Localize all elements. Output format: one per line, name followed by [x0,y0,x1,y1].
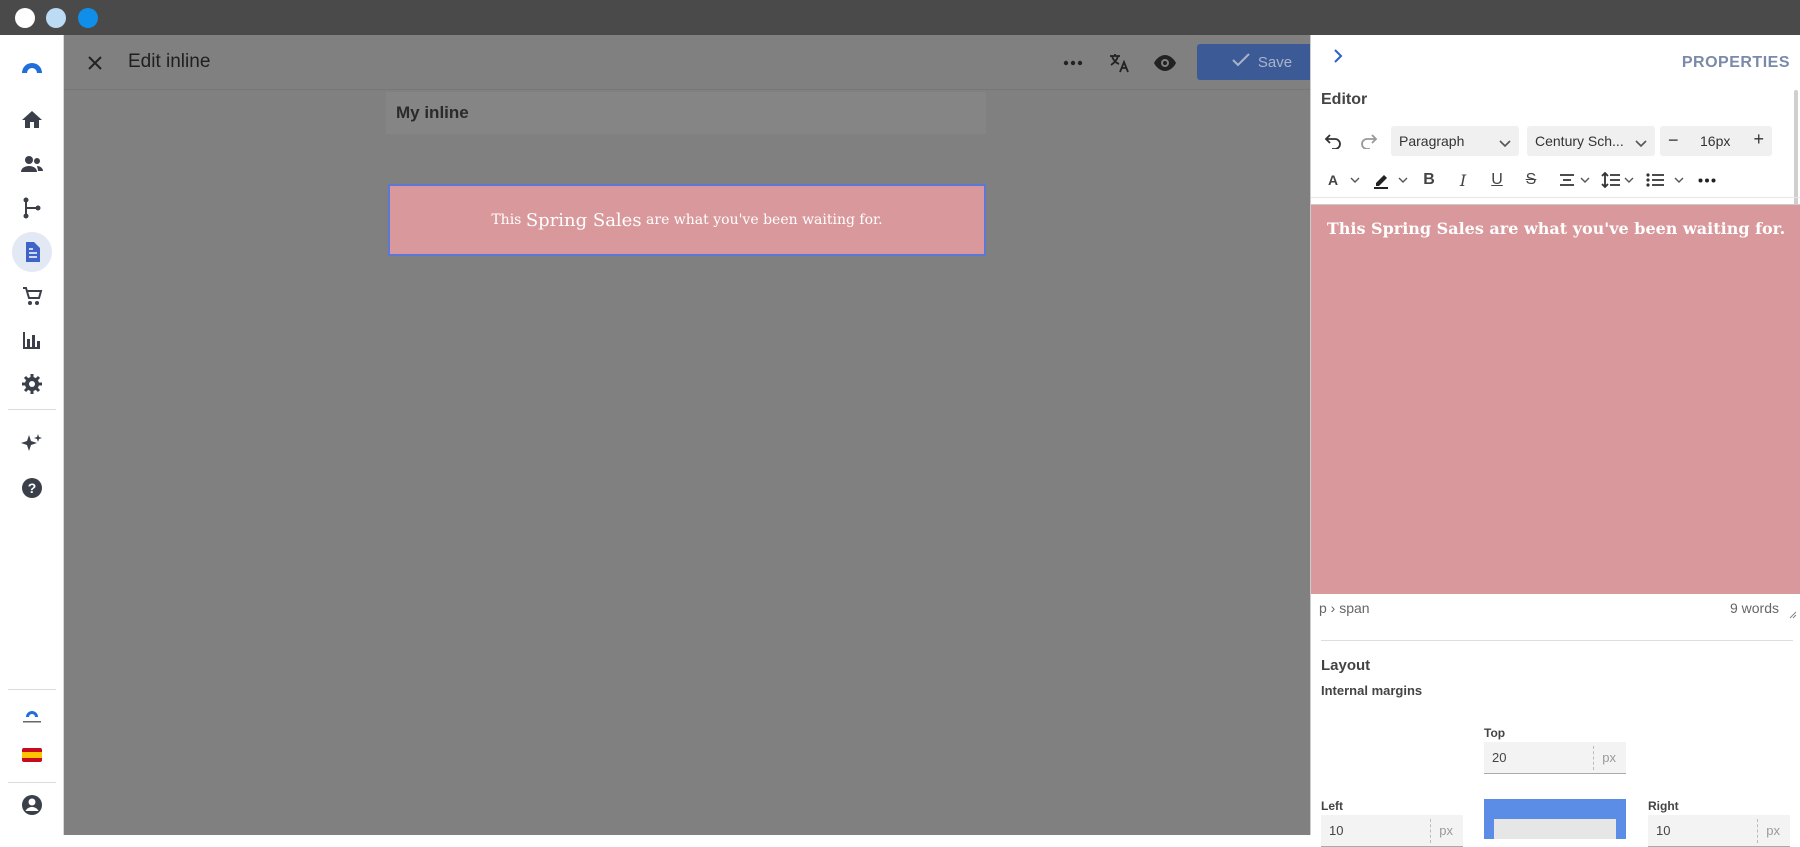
chevron-down-icon[interactable] [1571,166,1599,194]
decrease-size-icon[interactable]: − [1668,130,1679,151]
chart-icon[interactable] [12,320,52,360]
content-preview-block[interactable]: This Spring Sales are what you've been w… [388,184,986,256]
inline-name: My inline [396,103,469,122]
left-margin-label: Left [1321,799,1343,813]
layout-heading: Layout [1321,657,1371,674]
right-margin-label: Right [1648,799,1679,813]
save-button[interactable]: Save [1197,44,1327,80]
check-icon [1232,53,1250,71]
spain-flag-icon[interactable] [12,735,52,775]
preview-eye-icon[interactable] [1152,50,1178,76]
block-format-value: Paragraph [1399,133,1465,149]
right-margin-field[interactable]: 10 px [1648,815,1790,847]
font-family-value: Century Sch... [1535,133,1624,149]
translate-icon[interactable] [1106,50,1132,76]
help-icon[interactable]: ? [12,468,52,508]
window-maximize-dot[interactable] [78,8,98,28]
chevron-down-icon [1499,135,1511,151]
inline-name-bar[interactable]: My inline [386,92,986,134]
editor-overlay: Edit inline Save My inline This Spring S… [64,35,1327,835]
flow-icon[interactable] [12,188,52,228]
element-path[interactable]: p › span [1319,600,1370,616]
undo-icon[interactable] [1319,127,1347,155]
preview-text-post: are what you've been waiting for. [641,212,883,228]
chevron-down-icon [1635,135,1647,151]
italic-icon[interactable]: I [1449,166,1477,194]
rich-text-editor[interactable]: This Spring Sales are what you've been w… [1311,204,1800,594]
chevron-down-icon[interactable] [1665,166,1693,194]
chevron-down-icon[interactable] [1615,166,1643,194]
font-size-value[interactable]: 16px [1700,133,1730,149]
internal-margins-label: Internal margins [1321,683,1423,698]
sparkle-icon[interactable] [12,424,52,464]
close-icon[interactable] [84,52,106,74]
editor-toolbar-row-2: A B I U S [1311,162,1800,198]
page-title: Edit inline [128,51,211,72]
editor-toolbar-row-1: Paragraph Century Sch... − 16px + [1311,123,1800,159]
font-size-stepper: − 16px + [1660,126,1772,156]
section-divider [1321,640,1793,641]
save-button-label: Save [1257,53,1293,71]
home-icon[interactable] [12,100,52,140]
editor-heading: Editor [1321,91,1368,108]
bold-icon[interactable]: B [1415,166,1443,194]
more-options-icon[interactable] [1060,50,1086,76]
editor-status-bar: p › span 9 words [1311,594,1800,620]
properties-panel: PROPERTIES Editor Paragraph Century Sch.… [1310,35,1800,847]
window-titlebar [0,0,1800,35]
account-icon[interactable] [12,785,52,825]
brand-logo-icon[interactable] [12,695,52,735]
margin-preview-box [1484,799,1626,839]
editor-content[interactable]: This Spring Sales are what you've been w… [1311,219,1800,238]
resize-handle-icon[interactable] [1789,606,1797,622]
preview-text-highlight: Spring Sales [525,209,642,231]
editor-header: Edit inline Save [64,35,1327,90]
logo-icon[interactable] [12,47,52,87]
chevron-right-icon[interactable] [1331,47,1349,65]
chevron-down-icon[interactable] [1341,166,1369,194]
word-count: 9 words [1729,600,1779,616]
block-format-select[interactable]: Paragraph [1391,126,1519,156]
margin-preview-inner [1494,819,1616,839]
cart-icon[interactable] [12,276,52,316]
more-tools-icon[interactable] [1693,166,1721,194]
window-close-dot[interactable] [15,8,35,28]
redo-icon[interactable] [1355,127,1383,155]
left-margin-value: 10 [1329,823,1344,838]
app-sidebar: ? [0,35,64,835]
chevron-down-icon[interactable] [1389,166,1417,194]
window-minimize-dot[interactable] [46,8,66,28]
top-margin-unit: px [1593,746,1616,770]
document-icon[interactable] [12,232,52,272]
gear-icon[interactable] [12,364,52,404]
preview-text-pre: This [491,212,526,228]
increase-size-icon[interactable]: + [1753,129,1764,150]
top-margin-label: Top [1484,726,1506,740]
svg-text:?: ? [28,480,37,496]
people-icon[interactable] [12,144,52,184]
font-family-select[interactable]: Century Sch... [1527,126,1655,156]
left-margin-field[interactable]: 10 px [1321,815,1463,847]
top-margin-value: 20 [1492,750,1507,765]
left-margin-unit: px [1430,819,1453,843]
strikethrough-icon[interactable]: S [1517,166,1545,194]
right-margin-unit: px [1757,819,1780,843]
right-margin-value: 10 [1656,823,1671,838]
top-margin-field[interactable]: 20 px [1484,742,1626,774]
underline-icon[interactable]: U [1483,166,1511,194]
panel-title: PROPERTIES [1681,54,1790,71]
